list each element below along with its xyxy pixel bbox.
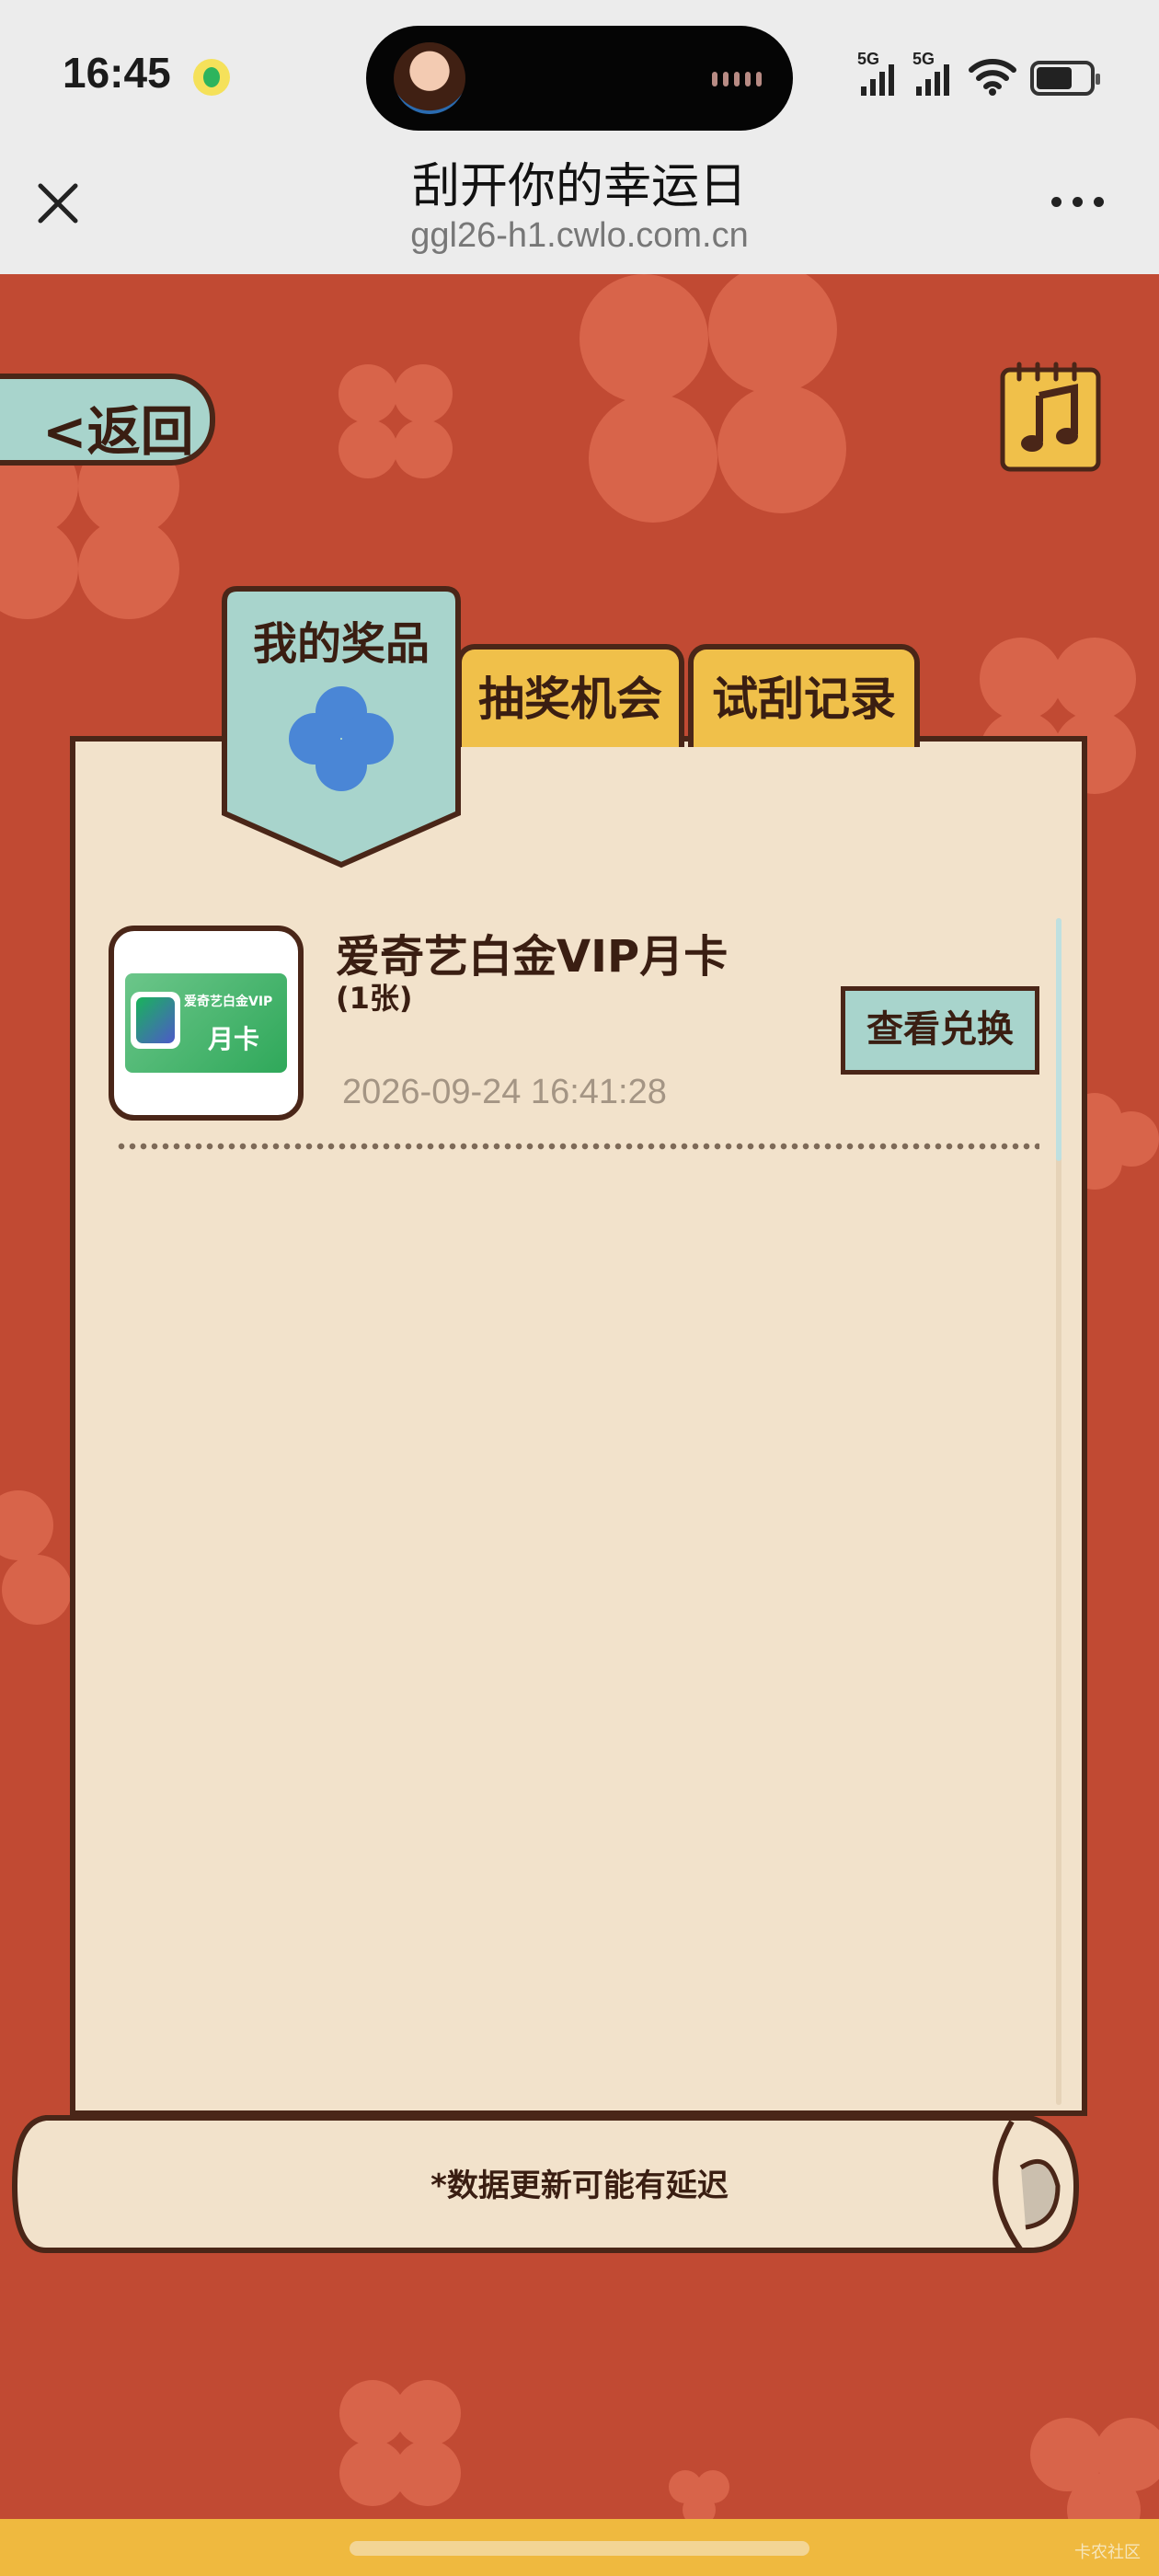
prize-thumbnail: 爱奇艺白金VIP 月卡: [109, 926, 304, 1121]
clover-decoration-icon: [580, 274, 846, 523]
clover-decoration-icon: [1030, 2418, 1159, 2519]
dynamic-island: [366, 26, 793, 131]
row-divider: [116, 1143, 1039, 1150]
clover-decoration-icon: [339, 2380, 461, 2506]
clover-decoration-icon: [339, 364, 453, 478]
clover-decoration-icon: [669, 2470, 729, 2519]
more-menu-icon[interactable]: [1051, 197, 1104, 207]
wifi-icon: [969, 59, 1016, 96]
clover-icon: [289, 686, 394, 791]
cellular-signal-icon: 5G: [912, 50, 955, 96]
waveform-icon: [712, 72, 762, 86]
tab-draw-chances-label: 抽奖机会: [478, 673, 662, 726]
music-app-icon: [193, 59, 230, 96]
card-subtitle: 月卡: [208, 1024, 260, 1054]
back-button-label: <返回: [42, 400, 194, 463]
tab-my-prizes[interactable]: 我的奖品: [219, 583, 464, 870]
page-body: <返回 我的奖品 抽奖机会 试刮记录 爱奇艺白金VIP 月卡 爱奇艺白金VIP月: [0, 274, 1159, 2519]
back-button[interactable]: <返回: [0, 374, 215, 466]
scrollbar-thumb[interactable]: [1056, 918, 1061, 1161]
watermark: 卡农社区: [1074, 2543, 1141, 2562]
vip-card-image: 爱奇艺白金VIP 月卡: [125, 973, 287, 1073]
page-title: 刮开你的幸运日: [411, 159, 747, 214]
avatar: [394, 42, 465, 114]
delay-note: *数据更新可能有延迟: [430, 2168, 729, 2204]
tab-scratch-records-label: 试刮记录: [712, 673, 896, 726]
battery-icon: [1030, 61, 1100, 96]
card-title: 爱奇艺白金VIP: [184, 995, 273, 1009]
tab-my-prizes-label: 我的奖品: [252, 618, 430, 670]
prize-quantity: (1张): [336, 981, 413, 1016]
home-indicator[interactable]: [350, 2541, 809, 2556]
tab-draw-chances[interactable]: 抽奖机会: [456, 644, 684, 747]
status-time: 16:45: [63, 49, 171, 97]
music-note-icon[interactable]: [995, 357, 1104, 475]
prize-date: 2026-09-24 16:41:28: [342, 1073, 667, 1111]
iqiyi-logo-icon: [131, 992, 180, 1049]
view-redeem-button[interactable]: 查看兑换: [841, 986, 1039, 1075]
status-bar: 16:45 5G 5G: [0, 0, 1159, 152]
page-url: ggl26-h1.cwlo.com.cn: [410, 216, 749, 255]
tab-scratch-records[interactable]: 试刮记录: [688, 644, 920, 747]
cellular-signal-icon: 5G: [857, 50, 900, 96]
